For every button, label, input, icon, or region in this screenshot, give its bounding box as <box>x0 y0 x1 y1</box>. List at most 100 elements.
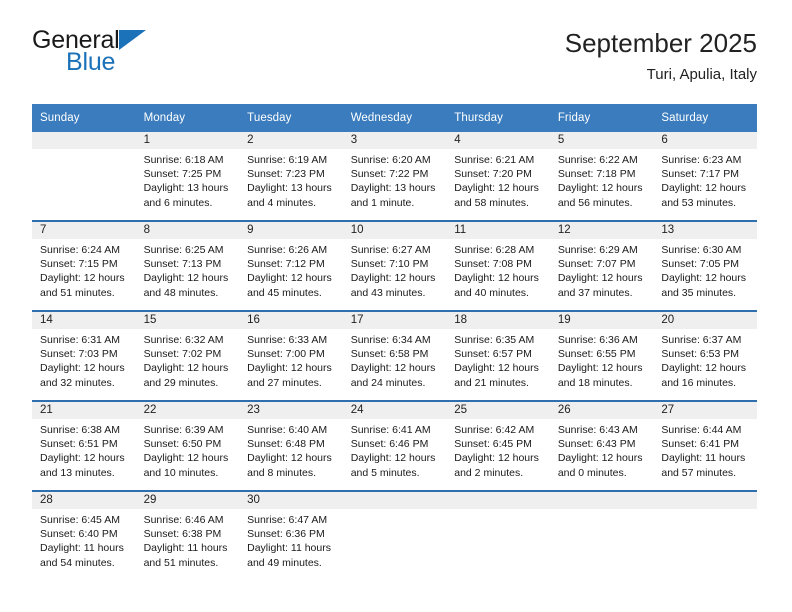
daylight-duration-line1: Daylight: 11 hours <box>40 542 124 555</box>
sunset-time: Sunset: 7:17 PM <box>661 168 740 181</box>
day-sun-info: Sunrise: 6:45 AM Sunset: 6:40 PM Daylight:… <box>32 509 136 570</box>
day-cell-inner: 5 Sunrise: 6:22 AM Sunset: 7:18 PM Daylight… <box>549 132 654 220</box>
calendar-day-cell[interactable]: 3 Sunrise: 6:20 AM Sunset: 7:22 PM Daylight… <box>342 132 447 221</box>
calendar-day-cell[interactable]: 5 Sunrise: 6:22 AM Sunset: 7:18 PM Daylight… <box>549 132 654 221</box>
calendar-day-cell[interactable]: 1 Sunrise: 6:18 AM Sunset: 7:25 PM Daylight… <box>135 132 240 221</box>
weekday-header-sunday: Sunday <box>32 104 136 132</box>
calendar-day-cell[interactable]: 24 Sunrise: 6:41 AM Sunset: 6:46 PM Dayligh… <box>342 400 447 491</box>
day-number: 29 <box>135 492 240 509</box>
weekday-header-saturday: Saturday <box>653 104 757 132</box>
calendar-day-cell[interactable]: 9 Sunrise: 6:26 AM Sunset: 7:12 PM Daylight… <box>239 220 343 311</box>
sunrise-time: Sunrise: 6:29 AM <box>557 244 638 256</box>
calendar-day-cell[interactable]: 18 Sunrise: 6:35 AM Sunset: 6:57 PM Dayligh… <box>446 310 550 401</box>
sunrise-time: Sunrise: 6:46 AM <box>143 514 224 526</box>
day-number: 4 <box>446 132 550 149</box>
calendar-day-cell[interactable]: 20 Sunrise: 6:37 AM Sunset: 6:53 PM Dayligh… <box>653 310 757 401</box>
daylight-duration-line1: Daylight: 12 hours <box>661 182 747 195</box>
day-sun-info: Sunrise: 6:31 AM Sunset: 7:03 PM Daylight:… <box>32 329 136 390</box>
day-number <box>342 492 447 509</box>
calendar-day-cell[interactable]: 29 Sunrise: 6:46 AM Sunset: 6:38 PM Dayligh… <box>135 490 240 580</box>
calendar-day-cell[interactable]: 10 Sunrise: 6:27 AM Sunset: 7:10 PM Dayligh… <box>342 220 447 311</box>
daylight-duration-line2: and 37 minutes. <box>557 286 633 299</box>
calendar-day-cell[interactable]: 16 Sunrise: 6:33 AM Sunset: 7:00 PM Dayligh… <box>239 310 343 401</box>
calendar-day-cell[interactable]: 19 Sunrise: 6:36 AM Sunset: 6:55 PM Dayligh… <box>549 310 654 401</box>
daylight-duration-line2: and 8 minutes. <box>247 466 317 479</box>
day-cell-inner: 19 Sunrise: 6:36 AM Sunset: 6:55 PM Dayligh… <box>549 312 654 400</box>
sunrise-time: Sunrise: 6:22 AM <box>557 154 638 166</box>
sunrise-time: Sunrise: 6:45 AM <box>40 514 120 526</box>
calendar-day-cell[interactable]: 2 Sunrise: 6:19 AM Sunset: 7:23 PM Daylight… <box>239 132 343 221</box>
daylight-duration-line2: and 24 minutes. <box>350 376 426 389</box>
calendar-day-cell[interactable]: 30 Sunrise: 6:47 AM Sunset: 6:36 PM Dayligh… <box>239 490 343 580</box>
daylight-duration-line1: Daylight: 12 hours <box>454 362 539 375</box>
day-cell-inner: 24 Sunrise: 6:41 AM Sunset: 6:46 PM Dayligh… <box>342 402 447 490</box>
sunrise-time: Sunrise: 6:37 AM <box>661 334 742 346</box>
calendar-day-cell[interactable]: 6 Sunrise: 6:23 AM Sunset: 7:17 PM Daylight… <box>653 132 757 221</box>
daylight-duration-line2: and 5 minutes. <box>350 466 420 479</box>
sunrise-time: Sunrise: 6:20 AM <box>350 154 431 166</box>
calendar-day-cell[interactable]: 27 Sunrise: 6:44 AM Sunset: 6:41 PM Dayligh… <box>653 400 757 491</box>
daylight-duration-line1: Daylight: 13 hours <box>350 182 436 195</box>
sunrise-time: Sunrise: 6:43 AM <box>557 424 638 436</box>
daylight-duration-line1: Daylight: 13 hours <box>143 182 229 195</box>
calendar-day-cell-empty <box>32 132 136 221</box>
calendar-day-cell[interactable]: 22 Sunrise: 6:39 AM Sunset: 6:50 PM Dayligh… <box>135 400 240 491</box>
daylight-duration-line1: Daylight: 12 hours <box>143 362 229 375</box>
daylight-duration-line1: Daylight: 11 hours <box>143 542 228 555</box>
calendar-day-cell[interactable]: 28 Sunrise: 6:45 AM Sunset: 6:40 PM Dayligh… <box>32 490 136 580</box>
daylight-duration-line1: Daylight: 12 hours <box>454 182 539 195</box>
sunset-time: Sunset: 7:03 PM <box>40 348 118 361</box>
daylight-duration-line1: Daylight: 11 hours <box>661 452 746 465</box>
calendar-day-cell[interactable]: 8 Sunrise: 6:25 AM Sunset: 7:13 PM Daylight… <box>135 220 240 311</box>
day-sun-info: Sunrise: 6:43 AM Sunset: 6:43 PM Daylight:… <box>550 419 654 480</box>
day-sun-info: Sunrise: 6:26 AM Sunset: 7:12 PM Daylight:… <box>239 239 343 300</box>
sunset-time: Sunset: 7:13 PM <box>143 258 222 271</box>
calendar-header-row: Sunday Monday Tuesday Wednesday Thursday Frid… <box>32 104 757 132</box>
sunrise-time: Sunrise: 6:32 AM <box>143 334 224 346</box>
daylight-duration-line2: and 1 minute. <box>350 196 415 209</box>
daylight-duration-line2: and 51 minutes. <box>143 556 219 569</box>
daylight-duration-line2: and 16 minutes. <box>661 376 737 389</box>
day-number: 3 <box>342 132 447 149</box>
calendar-day-cell[interactable]: 21 Sunrise: 6:38 AM Sunset: 6:51 PM Dayligh… <box>32 400 136 491</box>
calendar-day-cell[interactable]: 26 Sunrise: 6:43 AM Sunset: 6:43 PM Dayligh… <box>549 400 654 491</box>
calendar-day-cell[interactable]: 4 Sunrise: 6:21 AM Sunset: 7:20 PM Daylight… <box>446 132 550 221</box>
day-cell-inner <box>32 132 136 220</box>
day-cell-inner: 10 Sunrise: 6:27 AM Sunset: 7:10 PM Dayligh… <box>342 222 447 310</box>
daylight-duration-line1: Daylight: 12 hours <box>40 452 125 465</box>
day-cell-inner: 25 Sunrise: 6:42 AM Sunset: 6:45 PM Dayligh… <box>446 402 550 490</box>
daylight-duration-line2: and 6 minutes. <box>143 196 213 209</box>
day-sun-info: Sunrise: 6:19 AM Sunset: 7:23 PM Daylight:… <box>239 149 343 210</box>
day-cell-inner: 18 Sunrise: 6:35 AM Sunset: 6:57 PM Dayligh… <box>446 312 550 400</box>
day-cell-inner: 2 Sunrise: 6:19 AM Sunset: 7:23 PM Daylight… <box>239 132 343 220</box>
calendar-week-row: 14 Sunrise: 6:31 AM Sunset: 7:03 PM Dayligh… <box>32 310 757 401</box>
day-sun-info: Sunrise: 6:39 AM Sunset: 6:50 PM Daylight:… <box>136 419 240 480</box>
daylight-duration-line2: and 4 minutes. <box>247 196 317 209</box>
calendar-day-cell[interactable]: 14 Sunrise: 6:31 AM Sunset: 7:03 PM Dayligh… <box>32 310 136 401</box>
calendar-day-cell[interactable]: 12 Sunrise: 6:29 AM Sunset: 7:07 PM Dayligh… <box>549 220 654 311</box>
calendar-week-row: 7 Sunrise: 6:24 AM Sunset: 7:15 PM Daylight… <box>32 220 757 311</box>
sunset-time: Sunset: 6:57 PM <box>454 348 532 361</box>
daylight-duration-line1: Daylight: 13 hours <box>247 182 332 195</box>
daylight-duration-line2: and 49 minutes. <box>247 556 322 569</box>
day-cell-inner: 11 Sunrise: 6:28 AM Sunset: 7:08 PM Dayligh… <box>446 222 550 310</box>
calendar-day-cell[interactable]: 7 Sunrise: 6:24 AM Sunset: 7:15 PM Daylight… <box>32 220 136 311</box>
calendar-day-cell[interactable]: 17 Sunrise: 6:34 AM Sunset: 6:58 PM Dayligh… <box>342 310 447 401</box>
daylight-duration-line2: and 32 minutes. <box>40 376 115 389</box>
day-number: 30 <box>239 492 343 509</box>
day-sun-info: Sunrise: 6:47 AM Sunset: 6:36 PM Daylight:… <box>239 509 343 570</box>
daylight-duration-line1: Daylight: 12 hours <box>454 452 539 465</box>
sunrise-time: Sunrise: 6:24 AM <box>40 244 120 256</box>
day-cell-inner <box>446 492 550 580</box>
daylight-duration-line2: and 21 minutes. <box>454 376 529 389</box>
day-cell-inner: 30 Sunrise: 6:47 AM Sunset: 6:36 PM Dayligh… <box>239 492 343 580</box>
calendar-day-cell[interactable]: 15 Sunrise: 6:32 AM Sunset: 7:02 PM Dayligh… <box>135 310 240 401</box>
calendar-day-cell[interactable]: 11 Sunrise: 6:28 AM Sunset: 7:08 PM Dayligh… <box>446 220 550 311</box>
calendar-day-cell[interactable]: 13 Sunrise: 6:30 AM Sunset: 7:05 PM Dayligh… <box>653 220 757 311</box>
day-sun-info: Sunrise: 6:46 AM Sunset: 6:38 PM Daylight:… <box>136 509 240 570</box>
day-cell-inner: 8 Sunrise: 6:25 AM Sunset: 7:13 PM Daylight… <box>135 222 240 310</box>
calendar-day-cell[interactable]: 23 Sunrise: 6:40 AM Sunset: 6:48 PM Dayligh… <box>239 400 343 491</box>
calendar-day-cell[interactable]: 25 Sunrise: 6:42 AM Sunset: 6:45 PM Dayligh… <box>446 400 550 491</box>
daylight-duration-line1: Daylight: 11 hours <box>247 542 331 555</box>
brand-logo[interactable]: General Blue <box>32 28 252 88</box>
